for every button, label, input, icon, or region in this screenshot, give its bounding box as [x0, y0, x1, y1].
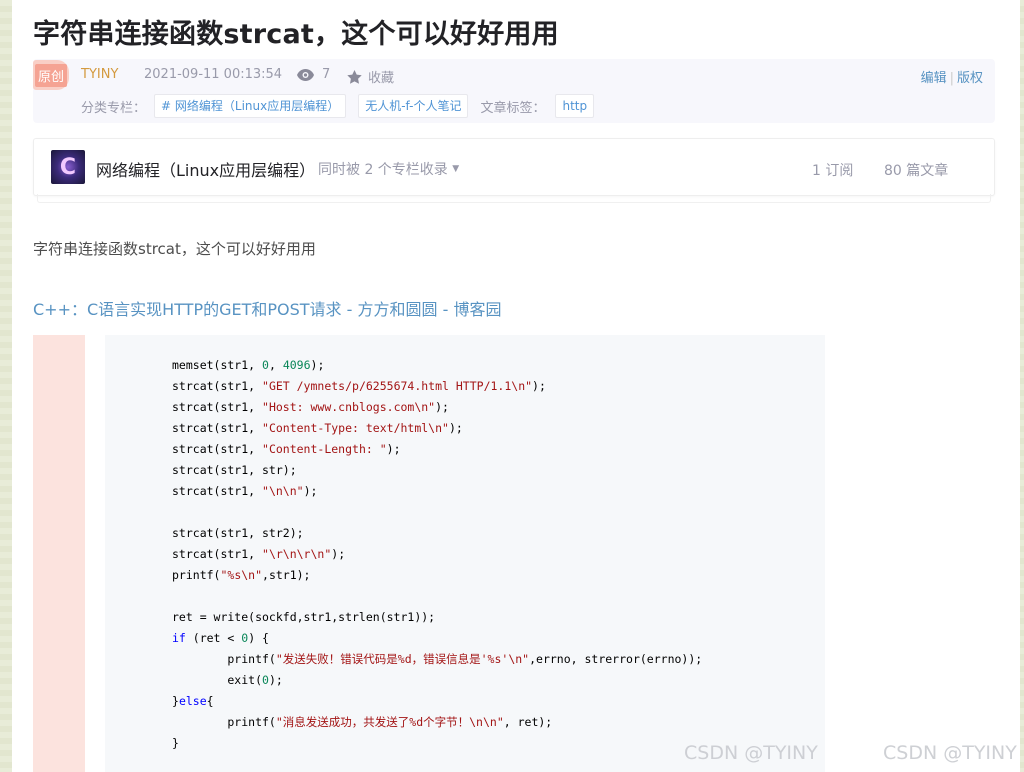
- code-line: strcat(str1, "\n\n");: [172, 484, 318, 498]
- code-line: strcat(str1, "GET /ymnets/p/6255674.html…: [172, 379, 546, 393]
- column-subscriptions: 1 订阅: [812, 163, 854, 179]
- column-article-count: 80 篇文章: [884, 163, 949, 179]
- watermark-1: CSDN @TYINY: [684, 742, 818, 764]
- edit-link[interactable]: 编辑: [921, 71, 947, 86]
- column-multi-label: 同时被 2 个专栏收录: [318, 162, 448, 178]
- star-icon: [347, 69, 362, 84]
- column-name[interactable]: 网络编程（Linux应用层编程）: [96, 157, 315, 181]
- view-count: 7: [297, 67, 330, 82]
- watermark-2: CSDN @TYINY: [883, 742, 1017, 764]
- code-line: ret = write(sockfd,str1,strlen(str1));: [172, 610, 436, 624]
- tags-label: 文章标签：: [480, 100, 546, 116]
- column-thumbnail: C: [51, 150, 85, 184]
- code-lines: memset(str1, 0, 4096); strcat(str1, "GET …: [172, 355, 702, 754]
- edit-links: 编辑 | 版权: [920, 71, 983, 86]
- category-tag-network[interactable]: # 网络编程（Linux应用层编程）: [154, 94, 347, 118]
- code-line: }: [172, 736, 179, 750]
- code-line: strcat(str1, "Content-Type: text/html\n"…: [172, 421, 463, 435]
- column-multi-dropdown[interactable]: 同时被 2 个专栏收录 ▼: [318, 159, 459, 179]
- code-line: }else{: [172, 694, 214, 708]
- favorite-label: 收藏: [368, 71, 395, 86]
- code-line: printf("发送失败！错误代码是%d，错误信息是'%s'\n",errno,…: [172, 652, 703, 666]
- code-line: printf("消息发送成功，共发送了%d个字节！\n\n", ret);: [172, 715, 553, 729]
- article-tag-http[interactable]: http: [555, 94, 595, 118]
- code-line: printf("%s\n",str1);: [172, 568, 311, 582]
- original-badge: 原创: [33, 60, 69, 90]
- category-row: 分类专栏： # 网络编程（Linux应用层编程） 无人机-f-个人笔记 文章标签…: [81, 94, 595, 118]
- favorite-button[interactable]: 收藏: [347, 67, 394, 86]
- caret-down-icon: ▼: [452, 164, 460, 174]
- code-line: exit(0);: [172, 673, 283, 687]
- column-card-shadow: [37, 194, 991, 203]
- view-count-value: 7: [322, 67, 331, 82]
- category-tag-drone[interactable]: 无人机-f-个人笔记: [358, 94, 469, 118]
- category-label: 分类专栏：: [81, 100, 147, 116]
- code-line: strcat(str1, str);: [172, 463, 297, 477]
- reference-link[interactable]: C++：C语言实现HTTP的GET和POST请求 - 方方和圆圆 - 博客园: [33, 296, 501, 320]
- code-line: strcat(str1, str2);: [172, 526, 304, 540]
- article-intro: 字符串连接函数strcat，这个可以好好用用: [33, 240, 316, 258]
- copyright-link[interactable]: 版权: [957, 71, 983, 86]
- article-title: 字符串连接函数strcat，这个可以好好用用: [33, 19, 559, 50]
- code-gutter: [33, 335, 85, 772]
- code-line: strcat(str1, "Content-Length: ");: [172, 442, 401, 456]
- code-line: strcat(str1, "\r\n\r\n");: [172, 547, 346, 561]
- author-link[interactable]: TYINY: [81, 67, 118, 82]
- eye-icon: [297, 68, 314, 81]
- column-card[interactable]: C 网络编程（Linux应用层编程） 同时被 2 个专栏收录 ▼ 1 订阅 80…: [33, 138, 995, 196]
- page-background-left: [0, 0, 12, 772]
- code-line: memset(str1, 0, 4096);: [172, 358, 325, 372]
- code-line: if (ret < 0) {: [172, 631, 269, 645]
- code-line: strcat(str1, "Host: www.cnblogs.com\n");: [172, 400, 449, 414]
- publish-datetime: 2021-09-11 00:13:54: [144, 67, 283, 82]
